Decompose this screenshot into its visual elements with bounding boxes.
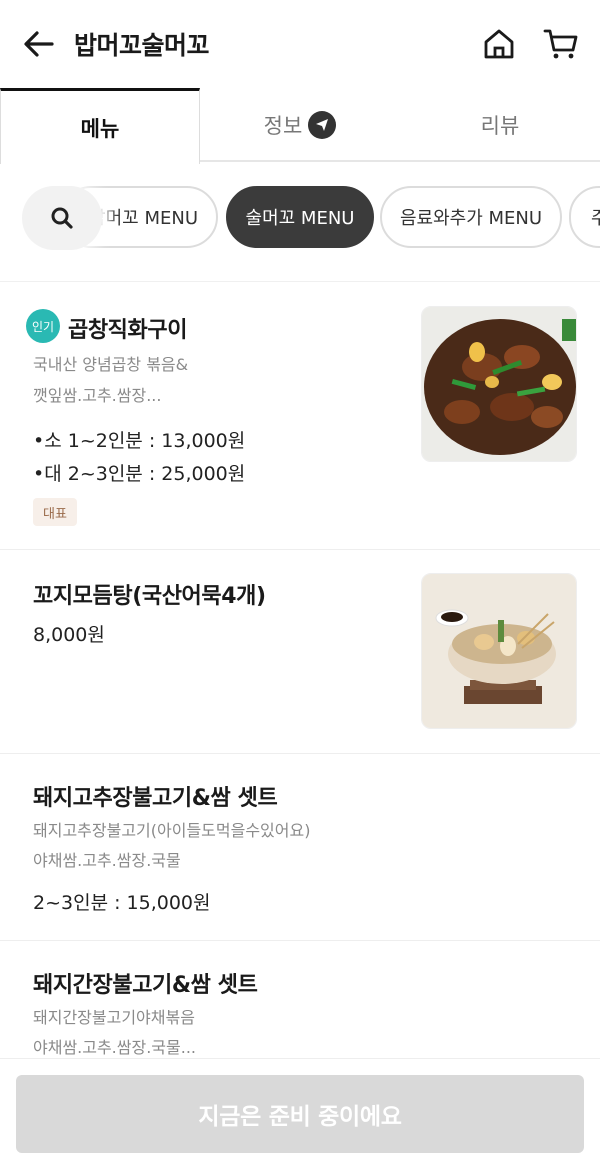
tab-bar: 메뉴 정보 리뷰: [0, 88, 600, 164]
page-title: 밥머꼬술머꼬: [74, 31, 210, 60]
tab-label: 메뉴: [80, 116, 120, 141]
tab-menu[interactable]: 메뉴: [0, 88, 200, 164]
menu-item-desc: 국내산 양념곱창 볶음&: [33, 355, 189, 374]
bottom-bar: 지금은 준비 중이에요: [0, 1059, 600, 1169]
menu-item-price: 8,000원: [33, 624, 105, 646]
menu-item-name: 꼬지모듬탕(국산어묵4개): [33, 584, 266, 609]
chip-more[interactable]: 주: [569, 186, 600, 248]
cart-icon[interactable]: [543, 27, 579, 61]
food-photo: [421, 573, 577, 729]
menu-item[interactable]: 돼지고추장불고기&쌈 셋트 돼지고추장불고기(아이들도먹을수있어요) 야채쌈.고…: [0, 754, 600, 941]
menu-item[interactable]: 꼬지모듬탕(국산어묵4개) 8,000원: [0, 550, 600, 754]
menu-item-name: 돼지고추장불고기&쌈 셋트: [33, 786, 278, 811]
menu-item-desc: 야채쌈.고추.쌈장.국물...: [33, 1038, 196, 1057]
menu-item-price: •소 1~2인분 : 13,000원: [33, 430, 246, 452]
signature-tag: 대표: [33, 498, 77, 526]
chip-drinks-menu[interactable]: 음료와추가 MENU: [380, 186, 562, 248]
menu-item-name: 곱창직화구이: [68, 318, 188, 343]
menu-item[interactable]: 인기 곱창직화구이 국내산 양념곱창 볶음& 깻잎쌈.고추.쌈장... •소 1…: [0, 282, 600, 550]
arrow-left-icon[interactable]: [22, 27, 56, 61]
chip-label: 주: [591, 204, 600, 230]
chip-label: 술머꼬 MENU: [245, 208, 355, 229]
tab-label: 리뷰: [480, 114, 520, 138]
chip-sulmeokko-menu[interactable]: 술머꼬 MENU: [226, 186, 374, 248]
menu-item-price: 2~3인분 : 15,000원: [33, 892, 211, 914]
food-photo: [421, 306, 577, 462]
tab-info[interactable]: 정보: [200, 88, 400, 162]
chip-label: 밥머꼬 MENU: [89, 208, 198, 229]
order-button-disabled[interactable]: 지금은 준비 중이에요: [16, 1075, 584, 1153]
menu-item-desc: 깻잎쌈.고추.쌈장...: [33, 386, 162, 405]
menu-item-name: 돼지간장불고기&쌈 셋트: [33, 973, 258, 998]
tab-label: 정보: [263, 114, 303, 138]
home-icon[interactable]: [482, 27, 516, 61]
menu-item-desc: 돼지간장불고기야채볶음: [33, 1008, 195, 1027]
search-button[interactable]: [22, 186, 102, 250]
category-chip-bar: 밥머꼬 MENU 술머꼬 MENU 음료와추가 MENU 주: [0, 162, 600, 282]
menu-item-desc: 야채쌈.고추.쌈장.국물: [33, 851, 181, 870]
popular-badge: 인기: [26, 309, 60, 343]
menu-item[interactable]: 돼지간장불고기&쌈 셋트 돼지간장불고기야채볶음 야채쌈.고추.쌈장.국물...: [0, 941, 600, 1059]
top-bar: 밥머꼬술머꼬: [0, 0, 600, 88]
menu-item-desc: 돼지고추장불고기(아이들도먹을수있어요): [33, 821, 311, 840]
search-icon: [51, 207, 73, 229]
chip-label: 음료와추가 MENU: [399, 208, 543, 229]
megaphone-icon: [308, 111, 337, 139]
tab-review[interactable]: 리뷰: [400, 88, 600, 162]
menu-item-price: •대 2~3인분 : 25,000원: [33, 463, 246, 485]
